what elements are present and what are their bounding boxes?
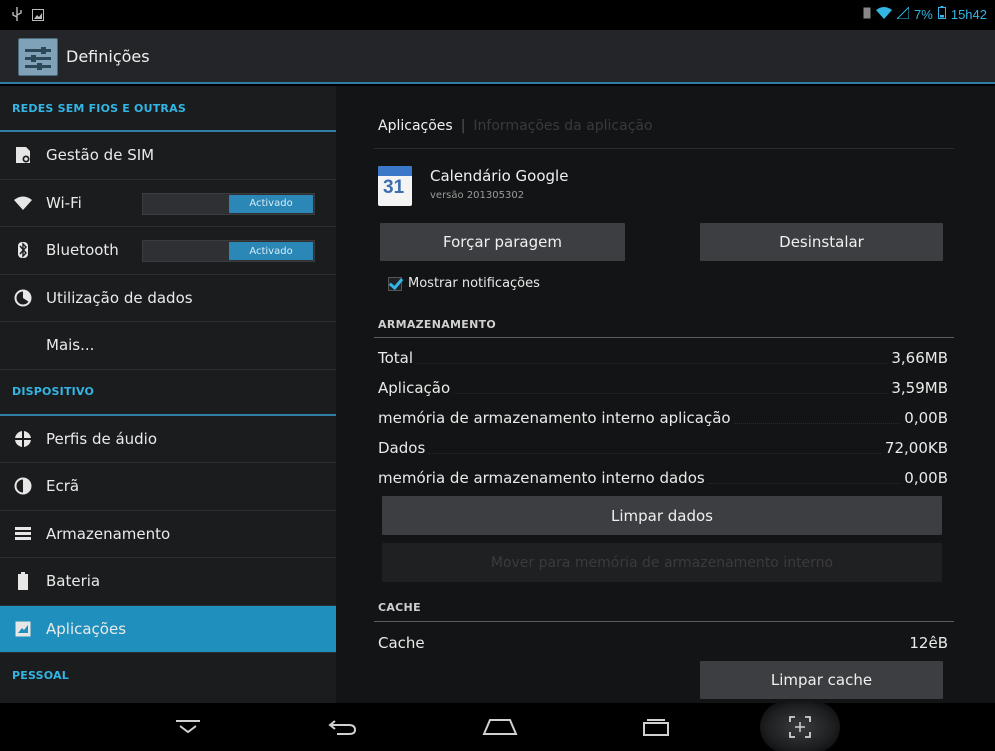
force-stop-button[interactable]: Forçar paragem — [380, 223, 625, 261]
home-icon[interactable] — [480, 711, 520, 743]
sim-icon — [14, 146, 32, 164]
sidebar-item-label: Perfis de áudio — [46, 429, 158, 448]
action-bar: Definições — [0, 30, 995, 84]
uninstall-button[interactable]: Desinstalar — [700, 223, 943, 261]
show-notifications-checkbox[interactable]: Mostrar notificações — [388, 276, 540, 291]
checkbox-checked-icon[interactable] — [388, 276, 402, 291]
data-usage-icon — [14, 289, 32, 307]
image-notification-icon — [32, 6, 44, 25]
sidebar-item-wifi[interactable]: Wi-Fi Activado — [0, 180, 336, 227]
wifi-toggle-on-label: Activado — [229, 194, 313, 213]
breadcrumb-app-info: Informações da aplicação — [473, 118, 653, 134]
sidebar-item-display[interactable]: Ecrã — [0, 463, 336, 511]
navigation-bar — [0, 701, 995, 751]
settings-app-icon[interactable] — [18, 38, 58, 76]
page-title: Definições — [66, 47, 150, 66]
storage-row: memória de armazenamento interno dados 0,… — [378, 469, 948, 487]
audio-profiles-icon — [14, 430, 32, 448]
battery-percent: 7% — [914, 6, 933, 22]
sidebar-item-label: Aplicações — [46, 619, 127, 638]
hide-keyboard-icon[interactable] — [168, 711, 208, 743]
clear-data-button[interactable]: Limpar dados — [382, 496, 942, 535]
bluetooth-icon — [14, 241, 32, 259]
storage-row: Total 3,66MB — [378, 349, 948, 367]
display-icon — [14, 477, 32, 495]
calendar-app-icon: 31 — [378, 166, 412, 206]
sidebar-item-audio-profiles[interactable]: Perfis de áudio — [0, 416, 336, 463]
status-bar: 7% 15h42 — [0, 0, 995, 30]
show-notifications-label: Mostrar notificações — [408, 276, 540, 291]
apps-icon — [14, 620, 32, 638]
sidebar-item-battery[interactable]: Bateria — [0, 558, 336, 606]
storage-row: memória de armazenamento interno aplicaç… — [378, 409, 948, 427]
back-icon[interactable] — [322, 711, 362, 743]
breadcrumb-apps[interactable]: Aplicações — [378, 118, 453, 134]
sidebar-item-label: Utilização de dados — [46, 288, 193, 307]
divider — [374, 621, 954, 622]
settings-sidebar: REDES SEM FIOS E OUTRAS Gestão de SIM Wi… — [0, 86, 336, 703]
battery-icon — [14, 572, 32, 591]
storage-row: Dados 72,00KB — [378, 439, 948, 457]
section-header-wireless: REDES SEM FIOS E OUTRAS — [0, 86, 336, 132]
sidebar-item-storage[interactable]: Armazenamento — [0, 511, 336, 558]
move-to-internal-button[interactable]: Mover para memória de armazenamento inte… — [382, 543, 942, 582]
app-version: versão 201305302 — [430, 190, 525, 201]
status-clock: 15h42 — [950, 6, 987, 22]
sidebar-item-more[interactable]: Mais... — [0, 322, 336, 370]
sidebar-item-apps[interactable]: Aplicações — [0, 605, 336, 653]
cell-signal-icon — [895, 5, 910, 22]
screenshot-icon[interactable] — [780, 711, 820, 743]
wifi-signal-icon — [876, 6, 893, 22]
sidebar-item-label: Mais... — [46, 336, 95, 355]
cache-row: Cache 12êB — [378, 634, 948, 652]
divider — [374, 337, 954, 338]
sidebar-item-label: Armazenamento — [46, 524, 171, 543]
clear-cache-button[interactable]: Limpar cache — [700, 661, 943, 699]
sidebar-item-label: Wi-Fi — [46, 193, 82, 212]
wifi-icon — [14, 194, 32, 212]
sidebar-item-data-usage[interactable]: Utilização de dados — [0, 275, 336, 322]
cache-header: CACHE — [378, 601, 421, 614]
app-info-panel: Aplicações | Informações da aplicação 31… — [336, 86, 995, 703]
sidebar-item-label: Bateria — [46, 572, 101, 591]
divider — [374, 148, 954, 149]
app-name: Calendário Google — [430, 167, 569, 185]
sidebar-item-sim[interactable]: Gestão de SIM — [0, 132, 336, 180]
wifi-toggle[interactable]: Activado — [142, 192, 315, 215]
sim-status-icon — [863, 7, 871, 22]
storage-header: ARMAZENAMENTO — [378, 318, 497, 331]
breadcrumb-separator: | — [460, 118, 466, 134]
storage-row: Aplicação 3,59MB — [378, 379, 948, 397]
usb-icon — [12, 6, 22, 25]
sidebar-item-label: Ecrã — [46, 477, 80, 496]
battery-status-icon — [937, 6, 946, 22]
section-header-device: DISPOSITIVO — [0, 370, 336, 416]
bluetooth-toggle[interactable]: Activado — [142, 240, 315, 262]
sidebar-item-label: Gestão de SIM — [46, 146, 155, 165]
breadcrumb: Aplicações | Informações da aplicação — [378, 118, 653, 134]
sidebar-item-bluetooth[interactable]: Bluetooth Activado — [0, 227, 336, 275]
recent-apps-icon[interactable] — [636, 711, 676, 743]
storage-icon — [14, 525, 32, 543]
bluetooth-toggle-on-label: Activado — [229, 242, 313, 260]
sidebar-item-label: Bluetooth — [46, 241, 119, 260]
section-header-personal: PESSOAL — [12, 668, 69, 682]
